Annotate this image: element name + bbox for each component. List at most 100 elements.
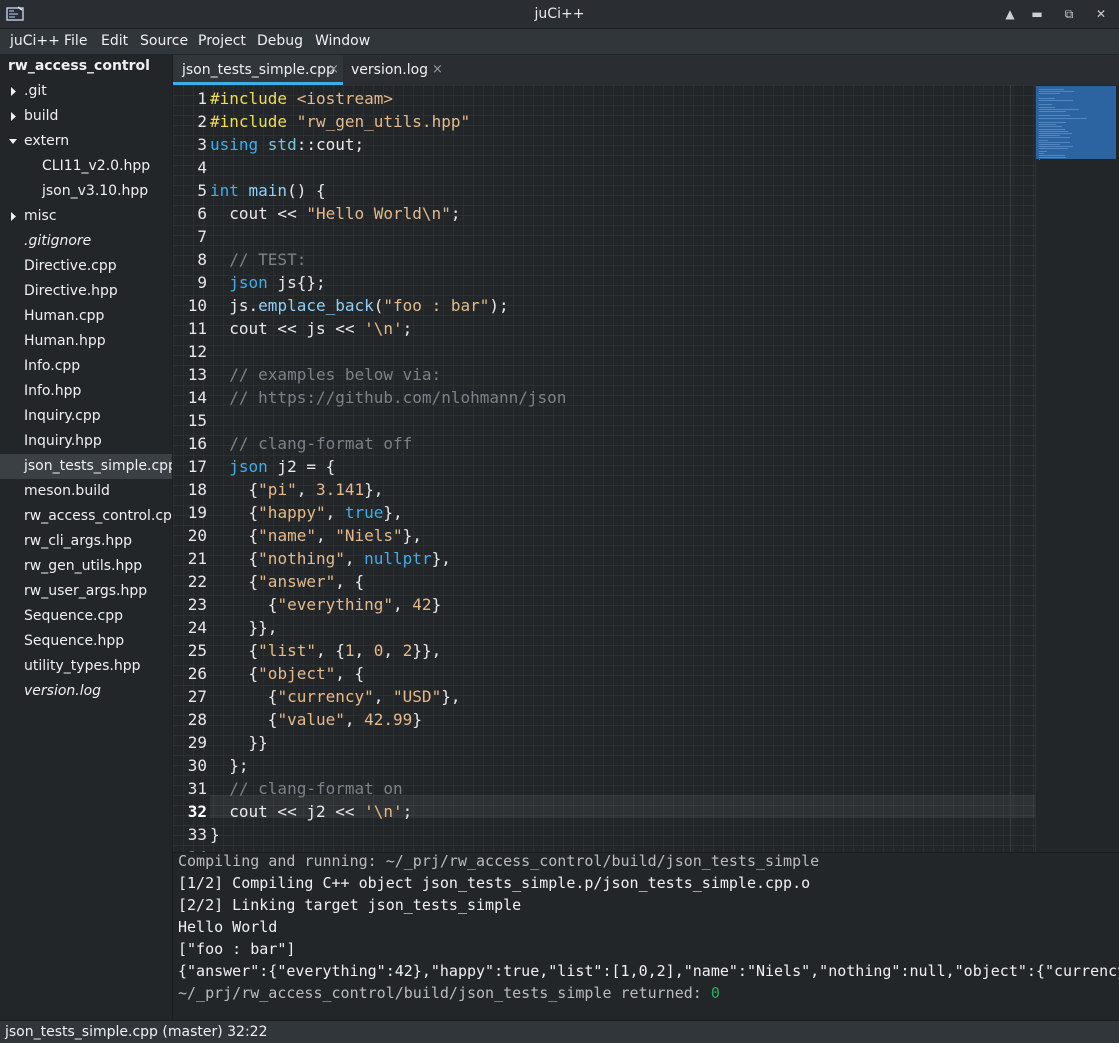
- tree-folder[interactable]: misc: [0, 204, 172, 229]
- tree-folder[interactable]: build: [0, 104, 172, 129]
- tree-file[interactable]: rw_user_args.hpp: [0, 579, 172, 604]
- tree-file[interactable]: Info.cpp: [0, 354, 172, 379]
- tree-file[interactable]: meson.build: [0, 479, 172, 504]
- code-line: {"object", {: [210, 662, 365, 685]
- code-line: };: [210, 754, 248, 777]
- code-token: {: [210, 687, 278, 706]
- tree-file[interactable]: CLI11_v2.0.hpp: [0, 154, 172, 179]
- tree-file[interactable]: utility_types.hpp: [0, 654, 172, 679]
- tab-version-log[interactable]: version.log ×: [343, 55, 453, 85]
- tab-label: version.log: [351, 62, 429, 78]
- tree-item-label: rw_cli_args.hpp: [24, 533, 133, 549]
- code-line: // https://github.com/nlohmann/json: [210, 386, 566, 409]
- tree-file[interactable]: .gitignore: [0, 229, 172, 254]
- tree-file[interactable]: rw_access_control.cpp: [0, 504, 172, 529]
- line-number: 2: [197, 112, 207, 131]
- tree-item-label: Human.hpp: [24, 333, 106, 349]
- code-token: true: [344, 503, 384, 522]
- code-token: json: [229, 273, 268, 292]
- code-line: {"value", 42.99}: [210, 708, 422, 731]
- line-number: 10: [187, 296, 207, 315]
- minimap-line: [1039, 141, 1071, 143]
- code-token: "happy": [258, 503, 326, 522]
- close-tab-icon[interactable]: ×: [328, 55, 339, 85]
- code-line: cout << js << '\n';: [210, 317, 412, 340]
- tree-item-label: utility_types.hpp: [24, 658, 141, 674]
- code-token: 3.141: [315, 480, 365, 499]
- menu-project[interactable]: Project: [198, 33, 246, 49]
- tree-file[interactable]: rw_cli_args.hpp: [0, 529, 172, 554]
- tree-file[interactable]: Inquiry.hpp: [0, 429, 172, 454]
- tree-file[interactable]: Directive.cpp: [0, 254, 172, 279]
- line-number: 4: [197, 158, 207, 177]
- menu-source[interactable]: Source: [140, 33, 188, 49]
- minimap-line: [1039, 157, 1067, 159]
- close-tab-icon[interactable]: ×: [432, 55, 443, 85]
- line-number: 25: [187, 641, 207, 660]
- tab-json-tests-simple[interactable]: json_tests_simple.cpp ×: [173, 55, 343, 85]
- tree-file[interactable]: Sequence.hpp: [0, 629, 172, 654]
- chevron-down-icon[interactable]: [8, 129, 18, 154]
- code-token: {: [210, 526, 259, 545]
- minimap-line: [1039, 128, 1065, 130]
- code-token: {: [210, 710, 278, 729]
- minimap-line: [1039, 159, 1041, 161]
- tree-folder[interactable]: extern: [0, 129, 172, 154]
- tree-folder[interactable]: .git: [0, 79, 172, 104]
- chevron-right-icon[interactable]: [8, 204, 18, 229]
- tree-file[interactable]: Directive.hpp: [0, 279, 172, 304]
- close-icon[interactable]: ✕: [1093, 6, 1109, 22]
- line-number: 7: [197, 227, 207, 246]
- menu-jucipp[interactable]: juCi++: [10, 33, 60, 49]
- tree-item-label: rw_access_control.cpp: [24, 508, 173, 524]
- minimap-line: [1039, 135, 1060, 137]
- code-line: cout << j2 << '\n';: [210, 800, 412, 823]
- menu-window[interactable]: Window: [315, 33, 370, 49]
- code-token: 1: [344, 641, 355, 660]
- code-line: using std::cout;: [210, 133, 364, 156]
- keep-above-icon[interactable]: ▲: [1002, 6, 1018, 22]
- tree-file[interactable]: json_v3.10.hpp: [0, 179, 172, 204]
- menu-debug[interactable]: Debug: [257, 33, 303, 49]
- terminal-output[interactable]: Compiling and running: ~/_prj/rw_access_…: [173, 852, 1119, 1020]
- tree-file[interactable]: json_tests_simple.cpp: [0, 454, 172, 479]
- chevron-right-icon[interactable]: [8, 79, 18, 104]
- tree-file[interactable]: version.log: [0, 679, 172, 704]
- tree-file[interactable]: Inquiry.cpp: [0, 404, 172, 429]
- line-number-gutter[interactable]: 1 2 3 4 5 6 7 8 9 10 11 12 13 14 15 16 17 18 19 20 21 22 23 24 2…: [173, 85, 207, 852]
- tree-file[interactable]: Info.hpp: [0, 379, 172, 404]
- status-text: json_tests_simple.cpp (master) 32:22: [5, 1024, 268, 1040]
- menu-file[interactable]: File: [64, 33, 87, 49]
- terminal-line: Compiling and running: ~/_prj/rw_access_…: [178, 852, 820, 870]
- code-token: },: [431, 549, 451, 568]
- tree-file[interactable]: Human.cpp: [0, 304, 172, 329]
- minimap[interactable]: [1036, 85, 1119, 852]
- line-number: 5: [197, 181, 207, 200]
- terminal-line: [2/2] Linking target json_tests_simple: [178, 896, 522, 914]
- tree-item-label: Human.cpp: [24, 308, 105, 324]
- minimap-line: [1039, 146, 1073, 148]
- tree-file[interactable]: Human.hpp: [0, 329, 172, 354]
- restore-icon[interactable]: ⧉: [1061, 6, 1077, 22]
- code-token: (: [373, 296, 384, 315]
- code-line: #include "rw_gen_utils.hpp": [210, 110, 470, 133]
- code-token: 42: [412, 595, 432, 614]
- tab-bar: json_tests_simple.cpp × version.log ×: [173, 55, 1119, 85]
- return-prefix: ~/_prj/rw_access_control/build/json_test…: [178, 984, 711, 1002]
- tree-file[interactable]: Sequence.cpp: [0, 604, 172, 629]
- code-token: },: [441, 687, 461, 706]
- code-line: js.emplace_back("foo : bar");: [210, 294, 508, 317]
- code-line: }}: [210, 731, 268, 754]
- minimap-line: [1039, 137, 1071, 139]
- line-number: 8: [197, 250, 207, 269]
- chevron-right-icon[interactable]: [8, 104, 18, 129]
- minimap-line: [1039, 133, 1072, 134]
- tree-file[interactable]: rw_gen_utils.hpp: [0, 554, 172, 579]
- menu-edit[interactable]: Edit: [101, 33, 128, 49]
- code-token: // examples below via:: [210, 365, 442, 384]
- tree-item-label: json_v3.10.hpp: [42, 183, 149, 199]
- code-editor[interactable]: 1 2 3 4 5 6 7 8 9 10 11 12 13 14 15 16 17 18 19 20 21 22 23 24 2…: [173, 85, 1119, 852]
- minimize-icon[interactable]: ▬: [1029, 6, 1045, 22]
- line-number: 32: [187, 802, 207, 821]
